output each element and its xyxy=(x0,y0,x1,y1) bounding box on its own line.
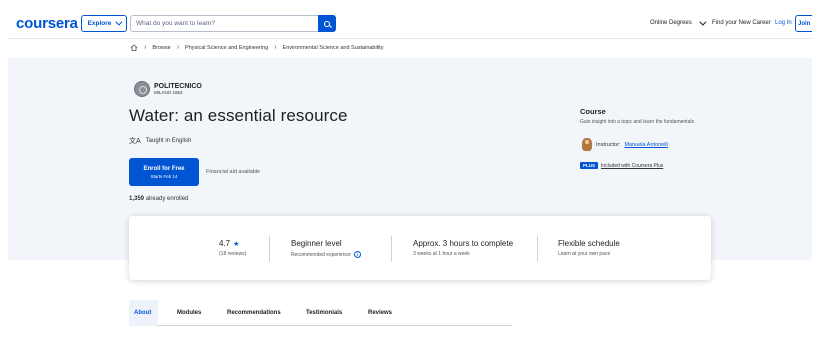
course-type-panel: Course Gain insight into a topic and lea… xyxy=(580,107,694,125)
explore-button[interactable]: Explore xyxy=(81,15,127,32)
join-button[interactable]: Join xyxy=(795,15,812,32)
schedule-value: Flexible schedule xyxy=(558,239,620,248)
enroll-start-date: Starts Feb 14 xyxy=(150,173,178,179)
new-career-link[interactable]: Find your New Career xyxy=(712,20,771,26)
instructor-row: Instructor: Manuela Antonelli xyxy=(582,138,668,151)
search-button[interactable] xyxy=(318,15,336,32)
breadcrumb-environmental-science[interactable]: Environmental Science and Sustainability xyxy=(283,45,384,51)
online-degrees-menu[interactable]: Online Degrees xyxy=(650,18,707,26)
duration-stat: Approx. 3 hours to complete 3 weeks at 1… xyxy=(413,239,513,257)
section-tabs: About Modules Recommendations Testimonia… xyxy=(129,300,512,326)
search-input[interactable] xyxy=(130,15,318,32)
financial-aid-link[interactable]: Financial aid available xyxy=(206,169,260,175)
taught-label: Taught in English xyxy=(145,138,192,144)
home-icon[interactable] xyxy=(130,44,138,51)
search-icon xyxy=(324,20,330,27)
coursera-logo[interactable]: coursera xyxy=(16,15,78,32)
enrolled-suffix: already enrolled xyxy=(145,196,189,202)
enrolled-number: 1,359 xyxy=(129,196,145,202)
online-degrees-label: Online Degrees xyxy=(650,20,692,26)
rating-stat: 4.7 ★ (18 reviews) xyxy=(219,239,246,257)
plus-badge: PLUS xyxy=(580,162,599,169)
divider xyxy=(269,236,270,262)
instructor-avatar xyxy=(582,138,592,151)
university-name: POLITECNICO xyxy=(154,82,202,90)
divider xyxy=(391,236,392,262)
tab-reviews[interactable]: Reviews xyxy=(363,300,397,326)
translate-icon: 文A xyxy=(129,138,141,145)
breadcrumb-browse[interactable]: Browse xyxy=(152,45,170,51)
page: coursera Explore Online Degrees Find you… xyxy=(8,8,812,340)
info-icon[interactable]: i xyxy=(353,251,361,258)
chevron-down-icon xyxy=(699,18,707,26)
login-link[interactable]: Log In xyxy=(775,20,792,26)
coursera-plus-row: PLUS Included with Coursera Plus xyxy=(580,162,663,169)
coursera-plus-link[interactable]: Included with Coursera Plus xyxy=(601,163,663,169)
tab-testimonials[interactable]: Testimonials xyxy=(301,300,347,326)
explore-label: Explore xyxy=(87,20,112,27)
chevron-down-icon xyxy=(115,18,123,26)
enrolled-count: 1,359 already enrolled xyxy=(129,196,188,202)
duration-sub: 3 weeks at 1 hour a week xyxy=(413,251,470,257)
top-nav: coursera Explore Online Degrees Find you… xyxy=(8,8,812,39)
enroll-button[interactable]: Enroll for Free Starts Feb 14 xyxy=(129,158,199,186)
reviews-count[interactable]: (18 reviews) xyxy=(219,251,246,257)
level-sub: Recommended experience xyxy=(291,251,351,258)
chevron-right-icon: › xyxy=(274,44,277,51)
level-stat: Beginner level Recommended experience i xyxy=(291,239,361,258)
breadcrumb-physical-science[interactable]: Physical Science and Engineering xyxy=(185,45,268,51)
breadcrumb: › Browse › Physical Science and Engineer… xyxy=(130,44,383,51)
university-subtitle: MILANO 1863 xyxy=(154,89,183,95)
chevron-right-icon: › xyxy=(144,44,147,51)
tab-about[interactable]: About xyxy=(129,300,158,326)
schedule-sub: Learn at your own pace xyxy=(558,251,611,257)
divider xyxy=(537,236,538,262)
taught-language: 文A Taught in English xyxy=(129,136,191,146)
university-logo[interactable]: POLITECNICO MILANO 1863 xyxy=(134,81,202,97)
instructor-label: Instructor: xyxy=(596,141,621,148)
star-icon: ★ xyxy=(233,240,240,248)
course-title: Water: an essential resource xyxy=(129,106,348,125)
schedule-stat: Flexible schedule Learn at your own pace xyxy=(558,239,620,257)
duration-value: Approx. 3 hours to complete xyxy=(413,239,514,248)
level-value: Beginner level xyxy=(291,239,342,248)
chevron-right-icon: › xyxy=(176,44,180,51)
rating-value: 4.7 xyxy=(219,239,231,248)
enroll-label: Enroll for Free xyxy=(143,165,185,172)
course-info-card: 4.7 ★ (18 reviews) Beginner level Recomm… xyxy=(129,216,711,280)
course-type-title: Course xyxy=(580,107,606,116)
instructor-link[interactable]: Manuela Antonelli xyxy=(624,142,667,148)
tab-modules[interactable]: Modules xyxy=(172,300,206,326)
course-type-desc: Gain insight into a topic and learn the … xyxy=(580,119,694,125)
university-seal-icon xyxy=(134,81,150,97)
tab-recommendations[interactable]: Recommendations xyxy=(222,300,286,326)
